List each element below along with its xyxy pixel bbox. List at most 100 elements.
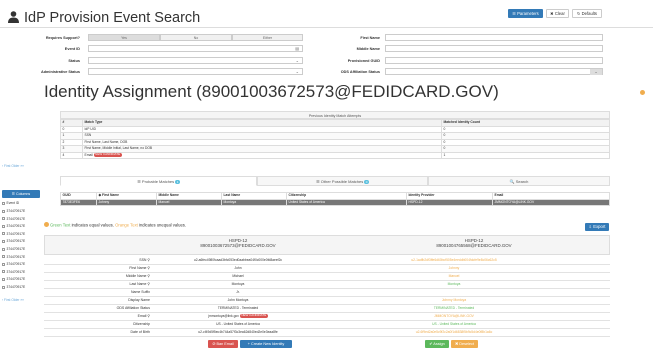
tab-other-matches[interactable]: ☰ Other Possible Matches 0 <box>257 176 428 186</box>
compare-label: Date of Birth <box>130 329 150 334</box>
sidebar-item[interactable]: 374470917E <box>2 209 25 213</box>
search-icon[interactable]: ⚲ <box>147 258 150 262</box>
checkbox[interactable] <box>2 285 5 289</box>
left-value: jmmontoya@link.gov NEW CANDIDATE <box>208 313 268 318</box>
middle-name-label: Middle Name <box>356 47 380 51</box>
pager-link-top[interactable]: ‹ First Older »» <box>2 164 24 168</box>
status-select[interactable]: ⌄ <box>88 57 303 64</box>
header-divider <box>0 27 653 28</box>
compare-label: Middle Name ⚲ <box>125 273 150 278</box>
checkbox[interactable] <box>2 270 5 274</box>
search-icon[interactable]: ⚲ <box>147 266 150 270</box>
identity-title: Identity Assignment (89001003672573@FEDI… <box>44 82 499 101</box>
tab-search[interactable]: 🔍 Search <box>428 176 610 186</box>
compare-label: ODS Affiliation Status <box>116 305 150 310</box>
chevron-down-icon: ⌄ <box>590 69 602 75</box>
right-value: TERMINATED - Terminated <box>433 305 475 310</box>
left-value: Jr. <box>236 289 240 294</box>
requires-support-either[interactable]: Either <box>232 34 303 41</box>
admin-status-select[interactable]: ⌄ <box>88 68 303 75</box>
calendar-icon: ▤ <box>295 46 299 51</box>
checkbox[interactable] <box>2 262 5 266</box>
sidebar-item[interactable]: 374470917E <box>2 247 25 251</box>
info-icon[interactable] <box>640 90 645 95</box>
left-value: TERMINATED - Terminated <box>217 305 259 310</box>
create-identity-button[interactable]: + Create New Identity <box>240 340 292 348</box>
compare-label: First Name ⚲ <box>129 265 150 270</box>
right-value: u2-1adfb2df3ffe6d60bcf505e4eeddb004fdcfe… <box>411 257 497 262</box>
sidebar-item[interactable]: 374470917E <box>2 224 25 228</box>
status-label: Status <box>68 59 80 63</box>
left-value: John <box>234 265 242 270</box>
user-icon <box>8 11 19 23</box>
first-name-label: First Name <box>360 36 380 40</box>
search-icon[interactable]: ⚲ <box>147 282 150 286</box>
sidebar-item-event-id[interactable]: Event ID <box>2 201 19 205</box>
left-value: US - United States of America <box>216 321 260 326</box>
compare-label: Name Suffix <box>131 289 150 294</box>
checkbox[interactable] <box>2 232 5 236</box>
checkbox[interactable] <box>2 239 5 243</box>
left-identity-head: HSPD-12 89001003672573@FEDIDCARD.GOV <box>200 238 276 248</box>
event-id-input[interactable]: ▤ <box>88 45 303 52</box>
checkbox[interactable] <box>2 224 5 228</box>
legend: Green Text indicates equal values. Orang… <box>44 222 186 228</box>
assign-button[interactable]: ✔ Assign <box>425 340 449 348</box>
provisioned-guid-input[interactable] <box>385 57 603 64</box>
ods-status-select[interactable]: ⌄ <box>385 68 603 75</box>
export-button[interactable]: ⇩ Export <box>585 223 609 231</box>
left-value: Michael <box>232 273 244 278</box>
new-candidate-badge: NEW CANDIDATE <box>239 313 268 318</box>
new-candidate-badge: NEW CANDIDATE <box>93 152 122 157</box>
ban-email-button[interactable]: ⊘ Ban Email <box>208 340 238 348</box>
compare-label: Last Name ⚲ <box>129 281 151 286</box>
table-row[interactable]: 7873E3FE6 Johnny Manuel Montoya United State… <box>60 198 610 206</box>
right-value: Johnny <box>448 265 460 270</box>
sidebar-item[interactable]: 374470917E <box>2 239 25 243</box>
compare-label: Display Name <box>128 297 150 302</box>
info-icon <box>44 222 49 227</box>
attempts-caption: Previous Identity Match Attempts <box>60 111 610 119</box>
other-count-badge: 0 <box>364 179 369 185</box>
checkbox[interactable] <box>2 277 5 281</box>
sidebar-item[interactable]: 374470917E <box>2 255 25 259</box>
right-value: JMMONTOYA@LINK.GOV <box>434 313 474 318</box>
first-name-input[interactable] <box>385 34 603 41</box>
right-value: u2-6f9ed2a0e5c9f2c2a0f1d6838f5b9c5d4e0f8… <box>415 329 493 334</box>
sidebar-item[interactable]: 374470917E <box>2 270 25 274</box>
admin-status-label: Administrative Status <box>40 70 80 74</box>
page-title: IdP Provision Event Search <box>8 10 200 26</box>
checkbox[interactable] <box>2 201 5 205</box>
search-icon[interactable]: ⚲ <box>147 274 150 278</box>
attempts-table: # Match Type Matched Identity Count 0 IdP… <box>60 119 610 159</box>
checkbox[interactable] <box>2 247 5 251</box>
left-value: u2-a6fec4980fcaad3bfc053ed0aabbea04f0c00… <box>193 257 283 262</box>
pager-link-bottom[interactable]: ‹ First Older »» <box>2 298 24 302</box>
sidebar-item[interactable]: 374470917E <box>2 217 25 221</box>
tab-probable-matches[interactable]: ☰ Probable Matches 1 <box>60 176 257 186</box>
parameters-button[interactable]: ☰ Parameters <box>508 9 543 18</box>
right-value: Montoya <box>447 281 461 286</box>
checkbox[interactable] <box>2 255 5 259</box>
matches-table: GUID ◆ First Name Middle Name Last Name … <box>60 192 610 206</box>
middle-name-input[interactable] <box>385 45 603 52</box>
search-icon[interactable]: ⚲ <box>147 314 150 318</box>
defaults-button[interactable]: ↻ Defaults <box>572 9 602 18</box>
left-value: John Montoya <box>227 297 249 302</box>
right-value: Johnny Montoya <box>441 297 467 302</box>
right-value: US - United States of America <box>432 321 476 326</box>
columns-button[interactable]: ☰ Columns <box>2 190 40 198</box>
clear-button[interactable]: ✖ Clear <box>546 9 569 18</box>
requires-support-yes[interactable]: Yes <box>88 34 160 41</box>
requires-support-no[interactable]: No <box>160 34 232 41</box>
checkbox[interactable] <box>2 217 5 221</box>
probable-count-badge: 1 <box>175 179 180 185</box>
requires-support-label: Requires Support? <box>45 36 80 40</box>
checkbox[interactable] <box>2 209 5 213</box>
compare-label: Email ⚲ <box>137 313 150 318</box>
deselect-button[interactable]: ✖ Deselect <box>451 340 478 348</box>
sidebar-item[interactable]: 374470917E <box>2 277 25 281</box>
sidebar-item[interactable]: 374470917E <box>2 232 25 236</box>
sidebar-item[interactable]: 374470917E <box>2 285 25 289</box>
sidebar-item[interactable]: 374470917E <box>2 262 25 266</box>
